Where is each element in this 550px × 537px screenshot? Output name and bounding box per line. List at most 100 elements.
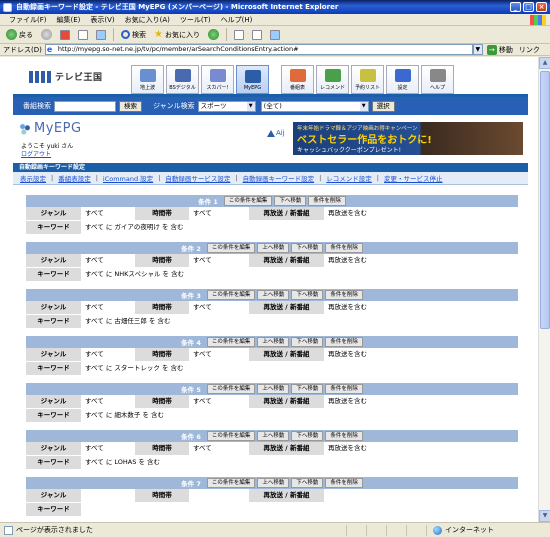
nav-bs-digital[interactable]: BSデジタル	[166, 65, 199, 94]
subgenre-select[interactable]: (全て) ▼	[260, 100, 369, 112]
condition-header: 条件 2 この条件を編集 上へ移動 下へ移動 条件を削除	[26, 242, 518, 254]
vertical-scrollbar[interactable]: ▲ ▼	[538, 57, 550, 522]
print-button[interactable]	[249, 27, 265, 42]
move-up-button[interactable]: 上へ移動	[257, 243, 290, 253]
subnav-guide-settings[interactable]: 番組表設定	[58, 173, 91, 183]
nav-program-guide[interactable]: 番組表	[281, 65, 314, 94]
move-up-button[interactable]: 上へ移動	[257, 337, 290, 347]
security-zone: インターネット	[426, 524, 494, 536]
delete-condition-button[interactable]: 条件を削除	[325, 243, 363, 253]
nav-label: BSデジタル	[169, 85, 196, 91]
subnav-display-settings[interactable]: 表示設定	[20, 173, 46, 183]
edit-condition-button[interactable]: この条件を編集	[206, 384, 256, 394]
scroll-thumb[interactable]	[540, 71, 550, 329]
move-down-button[interactable]: 下へ移動	[291, 290, 324, 300]
move-down-button[interactable]: 下へ移動	[291, 243, 324, 253]
keyword-label: キーワード	[26, 315, 81, 328]
address-dropdown-button[interactable]: ▼	[472, 44, 483, 55]
move-down-button[interactable]: 下へ移動	[291, 337, 324, 347]
move-up-button[interactable]: 上へ移動	[257, 431, 290, 441]
condition-header: 条件 1 この条件を編集 下へ移動 条件を削除	[26, 195, 518, 207]
address-input[interactable]: e http://myepg.so-net.ne.jp/tv/pc/member…	[44, 44, 473, 55]
edit-condition-button[interactable]: この条件を編集	[206, 478, 256, 488]
delete-condition-button[interactable]: 条件を削除	[308, 196, 346, 206]
rebroadcast-label: 再放送 / 新番組	[249, 442, 324, 455]
delete-condition-button[interactable]: 条件を削除	[325, 431, 363, 441]
delete-condition-button[interactable]: 条件を削除	[325, 478, 363, 488]
site-logo[interactable]: テレビ王国	[29, 70, 103, 83]
go-button[interactable]: → 移動	[486, 44, 513, 55]
delete-condition-button[interactable]: 条件を削除	[325, 290, 363, 300]
stop-button[interactable]	[57, 27, 73, 42]
time-label: 時間帯	[135, 207, 189, 220]
home-button[interactable]	[93, 27, 109, 42]
menu-edit[interactable]: 編集(E)	[52, 15, 86, 25]
move-down-button[interactable]: 下へ移動	[274, 196, 307, 206]
time-value: すべて	[189, 301, 249, 314]
nav-myepg[interactable]: MyEPG	[236, 65, 269, 94]
move-up-button[interactable]: 上へ移動	[257, 384, 290, 394]
edit-condition-button[interactable]: この条件を編集	[223, 196, 273, 206]
edit-condition-button[interactable]: この条件を編集	[206, 243, 256, 253]
back-button[interactable]: 戻る	[3, 27, 36, 42]
subnav-auto-record-keyword[interactable]: 自動録画キーワード設定	[243, 173, 315, 183]
menu-view[interactable]: 表示(V)	[85, 15, 119, 25]
address-url: http://myepg.so-net.ne.jp/tv/pc/member/a…	[57, 45, 299, 53]
nav-skyperfect[interactable]: スカパー!	[201, 65, 234, 94]
move-down-button[interactable]: 下へ移動	[291, 384, 324, 394]
subnav-change-stop-service[interactable]: 変更・サービス停止	[384, 173, 443, 183]
subnav-auto-record-service[interactable]: 自動録画サービス設定	[165, 173, 230, 183]
subnav-recommend-settings[interactable]: レコメンド設定	[326, 173, 372, 183]
nav-help[interactable]: ヘルプ	[421, 65, 454, 94]
ad-banner[interactable]: 年末年始ドラマ韓＆アジア映画お得キャンペーン ベストセラー作品をおトクに! キャ…	[293, 122, 523, 155]
home-icon	[96, 29, 106, 40]
minimize-button[interactable]: _	[510, 2, 521, 12]
nav-terrestrial[interactable]: 地上波	[131, 65, 164, 94]
app-icon	[3, 3, 12, 12]
nav-reservation-list[interactable]: 予約リスト	[351, 65, 384, 94]
subgenre-select-value: (全て)	[263, 101, 282, 110]
keyword-row: キーワード すべて に LOHAS を 含む	[26, 456, 518, 470]
menu-favorites[interactable]: お気に入り(A)	[120, 15, 175, 25]
keyword-label: キーワード	[26, 362, 81, 375]
web-viewport: テレビ王国 地上波 BSデジタル スカパー! MyEPG 番組表 レコメンド 予…	[0, 57, 538, 522]
links-button[interactable]: リンク	[519, 45, 540, 55]
program-search-input[interactable]	[54, 100, 116, 112]
edit-condition-button[interactable]: この条件を編集	[206, 290, 256, 300]
move-down-button[interactable]: 下へ移動	[291, 431, 324, 441]
search-button[interactable]: 検索	[118, 27, 149, 42]
close-button[interactable]: ×	[536, 2, 547, 12]
menu-file[interactable]: ファイル(F)	[4, 15, 52, 25]
edit-condition-button[interactable]: この条件を編集	[206, 337, 256, 347]
delete-condition-button[interactable]: 条件を削除	[325, 337, 363, 347]
favorites-button[interactable]: ★ お気に入り	[151, 27, 203, 42]
genre-label: ジャンル	[26, 254, 81, 267]
forward-button[interactable]	[38, 27, 55, 42]
refresh-button[interactable]	[75, 27, 91, 42]
genre-select[interactable]: スポーツ ▼	[197, 100, 256, 112]
mail-button[interactable]	[231, 27, 247, 42]
move-up-button[interactable]: 上へ移動	[257, 478, 290, 488]
keyword-row: キーワード すべて に ガイアの夜明け を 含む	[26, 221, 518, 235]
scroll-up-button[interactable]: ▲	[539, 57, 550, 69]
menu-help[interactable]: ヘルプ(H)	[216, 15, 258, 25]
logout-link[interactable]: ログアウト	[21, 149, 51, 158]
genre-select-button[interactable]: 選択	[371, 100, 395, 112]
program-search-button[interactable]: 検索	[119, 100, 142, 112]
maximize-button[interactable]: □	[523, 2, 534, 12]
keyword-row: キーワード すべて に NHKスペシャル を 含む	[26, 268, 518, 282]
genre-value: すべて	[81, 348, 135, 361]
delete-condition-button[interactable]: 条件を削除	[325, 384, 363, 394]
subnav-icommand-settings[interactable]: iCommand 設定	[103, 173, 153, 183]
edit-button[interactable]	[267, 27, 283, 42]
nav-settings[interactable]: 設定	[386, 65, 419, 94]
edit-condition-button[interactable]: この条件を編集	[206, 431, 256, 441]
genre-label: ジャンル	[26, 301, 81, 314]
nav-recommend[interactable]: レコメンド	[316, 65, 349, 94]
menu-tools[interactable]: ツール(T)	[175, 15, 216, 25]
move-down-button[interactable]: 下へ移動	[291, 478, 324, 488]
genre-value	[81, 489, 135, 502]
history-button[interactable]	[205, 27, 222, 42]
scroll-down-button[interactable]: ▼	[539, 510, 550, 522]
move-up-button[interactable]: 上へ移動	[257, 290, 290, 300]
